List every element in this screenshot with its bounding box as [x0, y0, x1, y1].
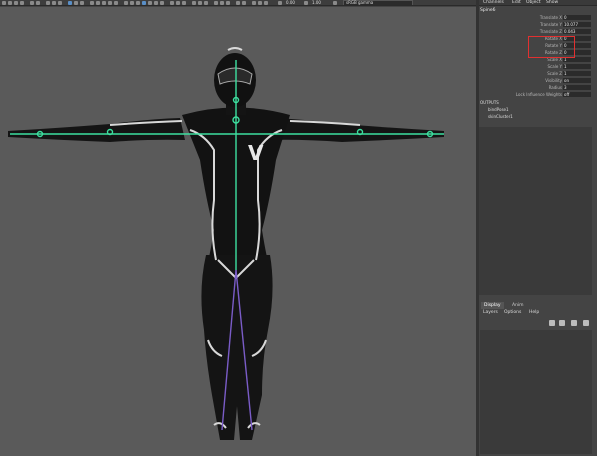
camera-attrs-icon[interactable]	[130, 1, 134, 5]
status-toolbar: 0.00 1.00 sRGB gamma	[0, 0, 478, 6]
new-layer-selected-icon[interactable]	[583, 320, 589, 326]
aa-icon[interactable]	[236, 1, 240, 5]
snap-grid-icon[interactable]	[90, 1, 94, 5]
redo-icon[interactable]	[36, 1, 40, 5]
grid-icon[interactable]	[148, 1, 152, 5]
open-scene-icon[interactable]	[14, 1, 18, 5]
channel-box-empty-area	[479, 127, 592, 295]
layer-list[interactable]	[480, 330, 592, 454]
exposure-field[interactable]: 0.00	[286, 0, 295, 5]
move-layer-up-icon[interactable]	[549, 320, 555, 326]
attr-value[interactable]: 0	[563, 15, 591, 20]
menu-layers[interactable]: Layers	[483, 310, 498, 316]
gamma-field[interactable]: 1.00	[312, 0, 321, 5]
textured-icon[interactable]	[182, 1, 186, 5]
image-plane-icon[interactable]	[142, 1, 146, 5]
attr-row-translate-x[interactable]: Translate X 0	[479, 14, 597, 21]
lasso-tool-icon[interactable]	[74, 1, 78, 5]
chest-logo: V	[248, 141, 264, 165]
tab-display[interactable]: Display	[481, 302, 504, 309]
channel-box-menubar: Channels Edit Object Show	[479, 0, 597, 6]
bookmark-icon[interactable]	[136, 1, 140, 5]
node-name[interactable]: Spine6	[480, 8, 495, 13]
select-component-icon[interactable]	[58, 1, 62, 5]
attr-value[interactable]: 1	[563, 64, 591, 69]
snap-view-icon[interactable]	[108, 1, 112, 5]
menu-set-icon[interactable]	[2, 1, 6, 5]
attr-row-visibility[interactable]: Visibility on	[479, 77, 597, 84]
wireframe-icon[interactable]	[170, 1, 174, 5]
snap-curve-icon[interactable]	[96, 1, 100, 5]
menu-object[interactable]: Object	[526, 0, 541, 6]
output-node-bindpose[interactable]: bindPose1	[488, 107, 509, 112]
lights-icon[interactable]	[192, 1, 196, 5]
select-tool-icon[interactable]	[68, 1, 72, 5]
xray-icon[interactable]	[214, 1, 218, 5]
attr-row-scale-z[interactable]: Scale Z 1	[479, 70, 597, 77]
attr-value[interactable]: 10.077	[563, 22, 591, 27]
attr-row-translate-z[interactable]: Translate Z 0.043	[479, 28, 597, 35]
layer-toolbar	[549, 320, 597, 328]
snap-point-icon[interactable]	[102, 1, 106, 5]
menu-edit[interactable]: Edit	[512, 0, 521, 6]
output-node-skincluster[interactable]: skinCluster1	[488, 114, 513, 119]
attr-value[interactable]: off	[563, 92, 591, 97]
isolate-select-icon[interactable]	[226, 1, 230, 5]
attr-row-translate-y[interactable]: Translate Y 10.077	[479, 21, 597, 28]
xray-joints-icon[interactable]	[220, 1, 224, 5]
right-leg	[201, 255, 239, 440]
view-transform-select[interactable]: sRGB gamma	[343, 0, 413, 5]
color-management-icon[interactable]	[333, 1, 337, 5]
ambient-occlusion-icon[interactable]	[204, 1, 208, 5]
make-live-icon[interactable]	[114, 1, 118, 5]
character-model: V	[8, 47, 444, 440]
new-scene-icon[interactable]	[8, 1, 12, 5]
attr-row-lock-influence-weights[interactable]: Lock Influence Weights off	[479, 91, 597, 98]
dof-icon[interactable]	[252, 1, 256, 5]
attr-value[interactable]: 3	[563, 85, 591, 90]
new-empty-layer-icon[interactable]	[571, 320, 577, 326]
attr-row-scale-y[interactable]: Scale Y 1	[479, 63, 597, 70]
attr-value[interactable]: 1	[563, 71, 591, 76]
film-gate-icon[interactable]	[154, 1, 158, 5]
motion-blur-icon[interactable]	[242, 1, 246, 5]
resolution-gate-icon[interactable]	[160, 1, 164, 5]
select-object-icon[interactable]	[52, 1, 56, 5]
rotate-highlight-box	[528, 36, 575, 58]
paint-select-icon[interactable]	[80, 1, 84, 5]
attr-value[interactable]: 0.043	[563, 29, 591, 34]
undo-icon[interactable]	[30, 1, 34, 5]
attr-row-radius[interactable]: Radius 3	[479, 84, 597, 91]
exposure-icon[interactable]	[278, 1, 282, 5]
gate-mask-icon[interactable]	[264, 1, 268, 5]
hud-icon[interactable]	[258, 1, 262, 5]
viewport-3d[interactable]: V	[0, 7, 476, 456]
menu-help[interactable]: Help	[529, 310, 539, 316]
outputs-header: OUTPUTS	[480, 100, 499, 105]
save-scene-icon[interactable]	[20, 1, 24, 5]
tab-anim[interactable]: Anim	[509, 302, 527, 309]
attr-value[interactable]: on	[563, 78, 591, 83]
gamma-icon[interactable]	[304, 1, 308, 5]
camera-icon[interactable]	[124, 1, 128, 5]
select-hierarchy-icon[interactable]	[46, 1, 50, 5]
menu-show[interactable]: Show	[546, 0, 558, 6]
move-layer-down-icon[interactable]	[559, 320, 565, 326]
layer-tabs: Display Anim	[479, 302, 597, 309]
shadows-icon[interactable]	[198, 1, 202, 5]
layer-menubar: Layers Options Help	[479, 310, 597, 316]
smooth-shade-icon[interactable]	[176, 1, 180, 5]
menu-channels[interactable]: Channels	[483, 0, 504, 6]
layer-editor: Display Anim Layers Options Help	[479, 300, 597, 456]
menu-options[interactable]: Options	[504, 310, 521, 316]
